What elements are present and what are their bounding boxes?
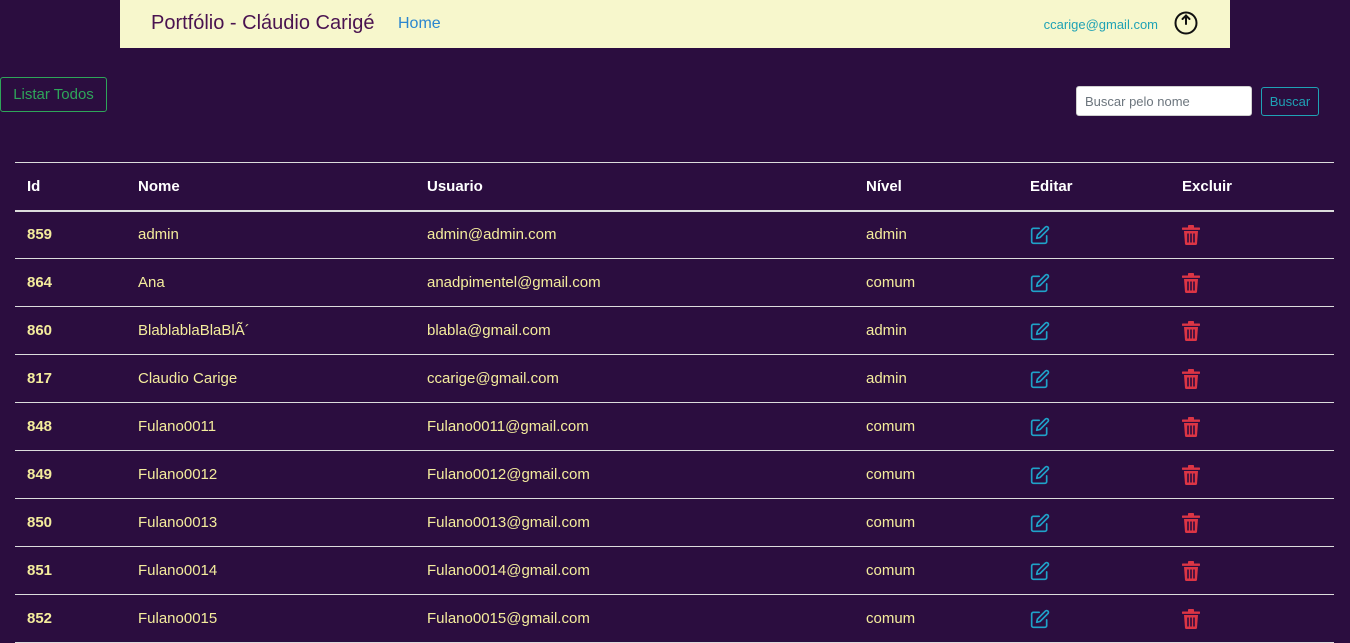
table-row: 859 admin admin@admin.com admin	[15, 210, 1334, 259]
cell-id: 817	[15, 354, 126, 403]
table-row: 851 Fulano0014 Fulano0014@gmail.com comum	[15, 546, 1334, 595]
trash-icon[interactable]	[1182, 560, 1202, 581]
table-header-row: Id Nome Usuario Nível Editar Excluir	[15, 162, 1334, 212]
table-row: 850 Fulano0013 Fulano0013@gmail.com comum	[15, 498, 1334, 547]
cell-usuario: ccarige@gmail.com	[415, 354, 854, 403]
trash-icon[interactable]	[1182, 224, 1202, 245]
table-row: 849 Fulano0012 Fulano0012@gmail.com comum	[15, 450, 1334, 499]
cell-id: 852	[15, 594, 126, 643]
cell-nivel: comum	[854, 594, 1018, 643]
edit-icon[interactable]	[1030, 513, 1050, 533]
cell-nome: Fulano0014	[126, 546, 415, 595]
cell-excluir	[1170, 402, 1334, 451]
cell-id: 850	[15, 498, 126, 547]
cell-nome: Fulano0013	[126, 498, 415, 547]
cell-nivel: admin	[854, 210, 1018, 259]
power-icon[interactable]	[1174, 11, 1198, 35]
cell-id: 849	[15, 450, 126, 499]
cell-id: 859	[15, 210, 126, 259]
cell-excluir	[1170, 306, 1334, 355]
header-nome[interactable]: Nome	[126, 162, 415, 212]
cell-id: 848	[15, 402, 126, 451]
edit-icon[interactable]	[1030, 225, 1050, 245]
table-row: 860 BlablablaBlaBlÃ´ blabla@gmail.com admin	[15, 306, 1334, 355]
cell-excluir	[1170, 546, 1334, 595]
cell-id: 851	[15, 546, 126, 595]
cell-nome: Claudio Carige	[126, 354, 415, 403]
cell-editar	[1018, 546, 1170, 595]
cell-excluir	[1170, 210, 1334, 259]
trash-icon[interactable]	[1182, 416, 1202, 437]
cell-usuario: blabla@gmail.com	[415, 306, 854, 355]
trash-icon[interactable]	[1182, 512, 1202, 533]
cell-usuario: Fulano0013@gmail.com	[415, 498, 854, 547]
cell-nome: admin	[126, 210, 415, 259]
cell-nivel: comum	[854, 258, 1018, 307]
edit-icon[interactable]	[1030, 465, 1050, 485]
cell-editar	[1018, 210, 1170, 259]
cell-usuario: admin@admin.com	[415, 210, 854, 259]
cell-id: 864	[15, 258, 126, 307]
table-row: 852 Fulano0015 Fulano0015@gmail.com comum	[15, 594, 1334, 643]
cell-excluir	[1170, 498, 1334, 547]
search-button[interactable]: Buscar	[1261, 87, 1319, 116]
cell-nivel: admin	[854, 306, 1018, 355]
header-editar: Editar	[1018, 162, 1170, 212]
cell-excluir	[1170, 594, 1334, 643]
cell-editar	[1018, 594, 1170, 643]
top-navbar: Portfólio - Cláudio Carigé Home ccarige@…	[120, 0, 1230, 48]
cell-usuario: Fulano0011@gmail.com	[415, 402, 854, 451]
cell-editar	[1018, 354, 1170, 403]
brand-title[interactable]: Portfólio - Cláudio Carigé	[151, 12, 374, 35]
edit-icon[interactable]	[1030, 417, 1050, 437]
cell-excluir	[1170, 258, 1334, 307]
nav-home-link[interactable]: Home	[398, 15, 441, 33]
edit-icon[interactable]	[1030, 609, 1050, 629]
list-all-button[interactable]: Listar Todos	[0, 77, 107, 112]
table-row: 864 Ana anadpimentel@gmail.com comum	[15, 258, 1334, 307]
cell-editar	[1018, 402, 1170, 451]
edit-icon[interactable]	[1030, 561, 1050, 581]
user-email: ccarige@gmail.com	[1043, 17, 1158, 32]
cell-nivel: admin	[854, 354, 1018, 403]
cell-usuario: Fulano0015@gmail.com	[415, 594, 854, 643]
header-excluir: Excluir	[1170, 162, 1334, 212]
header-nivel[interactable]: Nível	[854, 162, 1018, 212]
cell-editar	[1018, 306, 1170, 355]
cell-excluir	[1170, 450, 1334, 499]
cell-usuario: anadpimentel@gmail.com	[415, 258, 854, 307]
table-row: 848 Fulano0011 Fulano0011@gmail.com comum	[15, 402, 1334, 451]
cell-editar	[1018, 258, 1170, 307]
search-input[interactable]	[1076, 86, 1252, 116]
cell-usuario: Fulano0012@gmail.com	[415, 450, 854, 499]
cell-nome: Ana	[126, 258, 415, 307]
edit-icon[interactable]	[1030, 369, 1050, 389]
cell-nivel: comum	[854, 546, 1018, 595]
edit-icon[interactable]	[1030, 273, 1050, 293]
cell-nivel: comum	[854, 402, 1018, 451]
cell-nome: Fulano0012	[126, 450, 415, 499]
header-id[interactable]: Id	[15, 162, 126, 212]
trash-icon[interactable]	[1182, 272, 1202, 293]
cell-editar	[1018, 450, 1170, 499]
users-table: Id Nome Usuario Nível Editar Excluir 859…	[15, 162, 1334, 643]
header-usuario[interactable]: Usuario	[415, 162, 854, 212]
trash-icon[interactable]	[1182, 368, 1202, 389]
cell-nivel: comum	[854, 498, 1018, 547]
table-row: 817 Claudio Carige ccarige@gmail.com admin	[15, 354, 1334, 403]
cell-editar	[1018, 498, 1170, 547]
cell-excluir	[1170, 354, 1334, 403]
trash-icon[interactable]	[1182, 608, 1202, 629]
edit-icon[interactable]	[1030, 321, 1050, 341]
trash-icon[interactable]	[1182, 320, 1202, 341]
cell-nome: Fulano0015	[126, 594, 415, 643]
cell-nome: BlablablaBlaBlÃ´	[126, 306, 415, 355]
trash-icon[interactable]	[1182, 464, 1202, 485]
cell-id: 860	[15, 306, 126, 355]
cell-usuario: Fulano0014@gmail.com	[415, 546, 854, 595]
cell-nome: Fulano0011	[126, 402, 415, 451]
cell-nivel: comum	[854, 450, 1018, 499]
